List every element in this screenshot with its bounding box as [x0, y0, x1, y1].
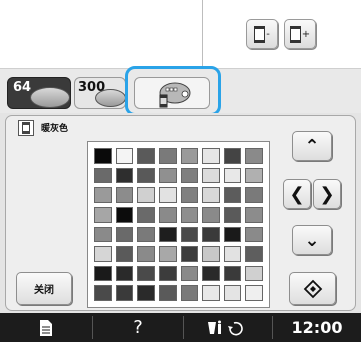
color-cell[interactable]	[94, 226, 112, 243]
chevron-left-icon: ❮	[289, 183, 305, 205]
thread-minus-button[interactable]: -	[246, 19, 278, 49]
color-cell[interactable]	[137, 226, 155, 243]
thread-settings-icon	[208, 320, 243, 335]
document-button[interactable]	[0, 313, 92, 342]
color-cell[interactable]	[180, 206, 199, 223]
color-cell[interactable]	[223, 285, 242, 301]
color-cell[interactable]	[94, 187, 112, 203]
thread-spool-icon	[289, 25, 301, 43]
color-cell[interactable]	[202, 187, 220, 203]
reset-icon	[303, 279, 322, 298]
color-cell[interactable]	[115, 187, 134, 203]
color-cell[interactable]	[180, 265, 199, 282]
thread-plus-label: +	[301, 28, 311, 40]
document-icon	[40, 319, 52, 336]
color-cell[interactable]	[94, 206, 112, 223]
color-cell[interactable]	[137, 187, 155, 203]
color-palette-grid	[87, 141, 270, 308]
color-cell[interactable]	[202, 167, 220, 184]
color-cell[interactable]	[223, 167, 242, 184]
color-cell[interactable]	[223, 187, 242, 203]
color-cell[interactable]	[202, 206, 220, 223]
color-cell[interactable]	[180, 167, 199, 184]
scroll-left-button[interactable]: ❮	[283, 179, 311, 209]
color-cell[interactable]	[137, 148, 155, 164]
color-cell[interactable]	[245, 148, 263, 164]
color-cell[interactable]	[94, 285, 112, 301]
chevron-down-icon: ⌄	[304, 229, 320, 251]
color-cell[interactable]	[94, 246, 112, 262]
color-cell[interactable]	[94, 148, 112, 164]
color-cell[interactable]	[202, 285, 220, 301]
color-cell[interactable]	[115, 246, 134, 262]
thread-bobbin-icon	[30, 87, 70, 108]
close-button[interactable]: 关闭	[16, 272, 72, 305]
color-cell[interactable]	[180, 187, 199, 203]
color-cell[interactable]	[245, 285, 263, 301]
color-cell[interactable]	[158, 265, 177, 282]
color-cell[interactable]	[115, 226, 134, 243]
thread-spool-icon	[254, 25, 266, 43]
scroll-up-button[interactable]: ⌃	[292, 131, 332, 161]
thread-minus-label: -	[266, 28, 270, 40]
chevron-up-icon: ⌃	[304, 135, 320, 157]
color-cell[interactable]	[245, 265, 263, 282]
color-cell[interactable]	[223, 265, 242, 282]
color-cell[interactable]	[202, 246, 220, 262]
selected-color-swatch	[18, 120, 34, 136]
color-cell[interactable]	[158, 167, 177, 184]
tab-highlight-frame	[125, 66, 221, 116]
color-cell[interactable]	[158, 187, 177, 203]
reset-color-button[interactable]	[289, 272, 336, 305]
clock: 12:00	[291, 318, 343, 337]
tab-64-colors[interactable]: 64	[7, 77, 71, 109]
scroll-down-button[interactable]: ⌄	[292, 225, 332, 255]
color-cell[interactable]	[223, 246, 242, 262]
color-cell[interactable]	[115, 148, 134, 164]
color-cell[interactable]	[137, 246, 155, 262]
color-cell[interactable]	[158, 206, 177, 223]
color-cell[interactable]	[245, 226, 263, 243]
color-cell[interactable]	[94, 265, 112, 282]
color-cell[interactable]	[115, 285, 134, 301]
color-cell[interactable]	[158, 285, 177, 301]
color-cell[interactable]	[180, 226, 199, 243]
color-cell[interactable]	[223, 148, 242, 164]
color-cell[interactable]	[115, 265, 134, 282]
color-cell[interactable]	[245, 167, 263, 184]
color-cell[interactable]	[137, 285, 155, 301]
color-cell[interactable]	[180, 246, 199, 262]
preview-divider	[202, 0, 203, 68]
color-cell[interactable]	[245, 187, 263, 203]
thread-spool-icon	[22, 122, 30, 134]
color-cell[interactable]	[202, 226, 220, 243]
color-cell[interactable]	[115, 206, 134, 223]
color-cell[interactable]	[202, 148, 220, 164]
color-cell[interactable]	[158, 226, 177, 243]
color-cell[interactable]	[137, 167, 155, 184]
chevron-right-icon: ❯	[319, 183, 335, 205]
color-cell[interactable]	[202, 265, 220, 282]
color-cell[interactable]	[180, 148, 199, 164]
thread-plus-button[interactable]: +	[284, 19, 316, 49]
color-cell[interactable]	[115, 167, 134, 184]
color-cell[interactable]	[158, 148, 177, 164]
color-cell[interactable]	[245, 206, 263, 223]
color-cell[interactable]	[223, 226, 242, 243]
color-cell[interactable]	[137, 206, 155, 223]
color-cell[interactable]	[137, 265, 155, 282]
selected-color-name: 暖灰色	[41, 124, 69, 134]
scroll-right-button[interactable]: ❯	[313, 179, 341, 209]
color-cell[interactable]	[245, 246, 263, 262]
thread-bobbin-icon	[95, 89, 126, 107]
help-button[interactable]: ?	[93, 313, 183, 342]
color-cell[interactable]	[94, 167, 112, 184]
color-cell[interactable]	[223, 206, 242, 223]
tab-300-colors[interactable]: 300	[74, 77, 126, 109]
color-cell[interactable]	[158, 246, 177, 262]
color-cell[interactable]	[180, 285, 199, 301]
thread-settings-button[interactable]	[184, 313, 272, 342]
tab-64-label: 64	[13, 80, 32, 95]
